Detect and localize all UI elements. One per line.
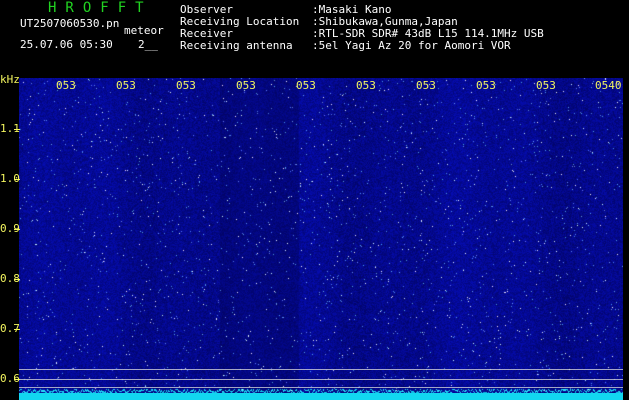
time-label: 053 — [296, 79, 316, 92]
y-tick-mark — [14, 279, 20, 280]
filename-label: UT2507060530.pn — [20, 17, 120, 30]
y-tick-mark — [14, 229, 20, 230]
metadata-block: Observer :Masaki Kano Receiving Location… — [180, 4, 544, 52]
signal-baseline — [19, 393, 623, 400]
time-label: 053 — [176, 79, 196, 92]
time-label: 0540 — [595, 79, 622, 92]
time-label: 053 — [536, 79, 556, 92]
y-tick: 1.0 — [0, 173, 20, 185]
time-label: 053 — [56, 79, 76, 92]
reference-line — [19, 379, 623, 380]
spectrogram-canvas — [19, 78, 623, 400]
y-tick-mark — [14, 329, 20, 330]
time-label: 053 — [416, 79, 436, 92]
y-tick: 1.1 — [0, 123, 20, 135]
y-tick: 0.8 — [0, 273, 20, 285]
y-tick: 0.6 — [0, 373, 20, 385]
time-label: 053 — [476, 79, 496, 92]
y-tick-mark — [14, 129, 20, 130]
brand-title: HROFFT — [48, 0, 153, 16]
y-tick: 0.7 — [0, 323, 20, 335]
metadata-value: :5el Yagi Az 20 for Aomori VOR — [312, 39, 511, 52]
time-label: 053 — [356, 79, 376, 92]
datetime-label: 25.07.06 05:30 — [20, 38, 113, 51]
reference-line — [19, 369, 623, 370]
y-tick-mark — [14, 379, 20, 380]
time-axis: 053 053 053 053 053 053 053 053 053 0540 — [0, 80, 629, 94]
header: HROFFT UT2507060530.pn meteor 25.07.06 0… — [0, 0, 629, 76]
meteor-label: meteor — [124, 24, 164, 37]
metadata-key: Receiving antenna — [180, 39, 293, 52]
reference-line — [19, 387, 623, 388]
y-tick-mark — [14, 179, 20, 180]
y-tick: 0.9 — [0, 223, 20, 235]
time-label: 053 — [236, 79, 256, 92]
metadata-row-antenna: Receiving antenna :5el Yagi Az 20 for Ao… — [180, 40, 544, 52]
count-label: 2__ — [138, 38, 158, 51]
time-label: 053 — [116, 79, 136, 92]
spectrogram-plot — [19, 78, 623, 400]
